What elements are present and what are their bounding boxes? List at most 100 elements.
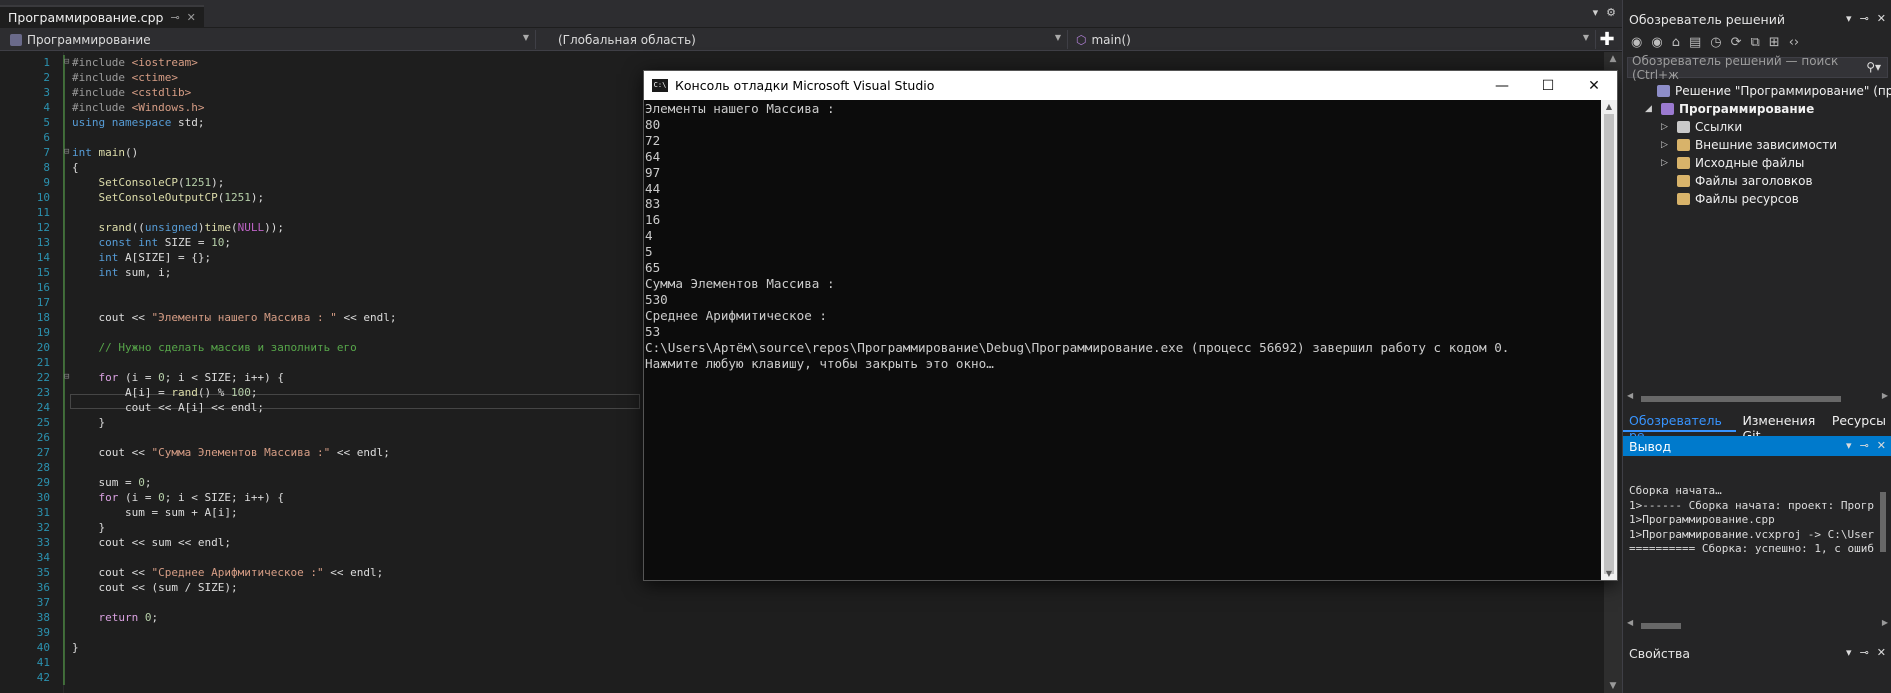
scroll-right-arrow-icon[interactable]: ▶: [1882, 391, 1888, 400]
code-line[interactable]: 40}: [0, 640, 1622, 655]
search-icon[interactable]: ⚲▾: [1866, 60, 1881, 74]
fold-toggle-icon[interactable]: ⊟: [64, 145, 69, 160]
expand-arrow-icon[interactable]: ▷: [1661, 154, 1668, 172]
sync-icon[interactable]: ⟳: [1731, 35, 1742, 50]
code-line[interactable]: 42: [0, 670, 1622, 685]
code-text: cout << "Сумма Элементов Массива :" << e…: [72, 445, 390, 460]
scroll-left-arrow-icon[interactable]: ◀: [1627, 391, 1633, 400]
console-title-bar[interactable]: C:\ Консоль отладки Microsoft Visual Stu…: [644, 71, 1617, 100]
collapse-all-icon[interactable]: ⧉: [1751, 35, 1760, 50]
output-h-scrollbar[interactable]: ◀ ▶: [1627, 618, 1888, 632]
document-tab[interactable]: Программирование.cpp ⊸ ✕: [0, 5, 204, 27]
folder-icon: [1677, 175, 1690, 187]
code-line[interactable]: 1 ⊟ #include <iostream>: [0, 55, 1622, 70]
panel-tab[interactable]: Изменения Git: [1736, 410, 1825, 443]
show-all-files-icon[interactable]: ⊞: [1769, 35, 1780, 50]
dropdown-icon[interactable]: ▾: [1846, 12, 1852, 25]
tree-node[interactable]: ▷ Исходные файлы: [1623, 154, 1891, 172]
pin-icon[interactable]: ⊸: [1860, 439, 1869, 452]
scroll-right-arrow-icon[interactable]: ▶: [1882, 618, 1888, 627]
line-number: 37: [36, 596, 50, 609]
fold-toggle-icon[interactable]: ⊟: [64, 370, 69, 385]
tree-node[interactable]: Решение "Программирование" (проекты: [1623, 82, 1891, 100]
expand-arrow-icon[interactable]: ▷: [1661, 136, 1668, 154]
settings-gear-icon[interactable]: ⚙: [1606, 6, 1616, 19]
back-icon[interactable]: ◉: [1631, 35, 1642, 50]
scroll-thumb[interactable]: [1641, 396, 1841, 402]
dropdown-icon[interactable]: ▾: [1846, 646, 1852, 659]
chevron-down-icon: ▼: [1582, 33, 1589, 42]
maximize-button[interactable]: ☐: [1525, 71, 1571, 100]
minimize-button[interactable]: —: [1479, 71, 1525, 100]
scroll-down-arrow-icon[interactable]: ▼: [1601, 569, 1617, 578]
code-line[interactable]: 36 cout << (sum / SIZE);: [0, 580, 1622, 595]
scroll-up-arrow-icon[interactable]: ▲: [1601, 102, 1617, 111]
project-dropdown[interactable]: Программирование ▼: [4, 30, 536, 49]
scroll-left-arrow-icon[interactable]: ◀: [1627, 618, 1633, 627]
solution-explorer-header: Обозреватель решений ▾ ⊸ ✕: [1623, 9, 1891, 29]
close-button[interactable]: ✕: [1571, 71, 1617, 100]
expand-arrow-icon[interactable]: ◢: [1645, 100, 1652, 118]
forward-icon[interactable]: ◉: [1651, 35, 1662, 50]
close-icon[interactable]: ✕: [1877, 12, 1886, 25]
code-line[interactable]: 41: [0, 655, 1622, 670]
scroll-thumb[interactable]: [1604, 114, 1614, 574]
tree-node[interactable]: ▷ Внешние зависимости: [1623, 136, 1891, 154]
code-token: );: [211, 176, 225, 189]
output-text[interactable]: Сборка начата… 1>------ Сборка начата: пр…: [1629, 484, 1874, 557]
line-number: 7: [43, 146, 50, 159]
console-line: 44: [645, 180, 661, 196]
code-token: ;: [151, 611, 159, 624]
switch-views-icon[interactable]: ▤: [1689, 35, 1701, 50]
code-line[interactable]: 38 return 0;: [0, 610, 1622, 625]
code-line[interactable]: 37: [0, 595, 1622, 610]
panel-tab[interactable]: Обозреватель ре...: [1623, 410, 1737, 443]
scroll-thumb[interactable]: [1641, 623, 1681, 629]
tree-node[interactable]: ◢ Программирование: [1623, 100, 1891, 118]
code-token: ;: [144, 476, 152, 489]
properties-header: Свойства ▾ ⊸ ✕: [1623, 643, 1891, 663]
code-view-icon[interactable]: ‹›: [1789, 35, 1799, 50]
tree-node[interactable]: Файлы ресурсов: [1623, 190, 1891, 208]
tree-node[interactable]: ▷ Ссылки: [1623, 118, 1891, 136]
close-icon[interactable]: ✕: [1877, 439, 1886, 452]
pin-icon[interactable]: ⊸: [1860, 646, 1869, 659]
close-icon[interactable]: ✕: [1877, 646, 1886, 659]
debug-console-window[interactable]: C:\ Консоль отладки Microsoft Visual Stu…: [643, 70, 1618, 581]
line-number: 40: [36, 641, 50, 654]
scroll-down-arrow-icon[interactable]: ▼: [1604, 681, 1622, 691]
code-text: const int SIZE = 10;: [72, 235, 231, 250]
line-number: 25: [36, 416, 50, 429]
code-token: << endl;: [330, 446, 390, 459]
solution-search-input[interactable]: Обозреватель решений — поиск (Ctrl+ж ⚲▾: [1627, 54, 1888, 82]
code-text: // Нужно сделать массив и заполнить его: [72, 340, 357, 355]
output-v-scrollbar[interactable]: [1877, 478, 1889, 613]
code-token: #include: [72, 86, 132, 99]
expand-arrow-icon[interactable]: ▷: [1661, 118, 1668, 136]
solution-h-scrollbar[interactable]: ◀ ▶: [1627, 391, 1888, 405]
output-panel-header: Вывод ▾ ⊸ ✕: [1623, 436, 1891, 456]
pending-changes-icon[interactable]: ◷: [1710, 35, 1721, 50]
panel-tab[interactable]: Ресурсы: [1826, 410, 1891, 432]
code-token: cout <<: [72, 566, 152, 579]
dropdown-icon[interactable]: ▾: [1846, 439, 1852, 452]
code-token: sum, i;: [125, 266, 172, 279]
close-icon[interactable]: ✕: [187, 11, 196, 24]
tree-node[interactable]: Файлы заголовков: [1623, 172, 1891, 190]
code-line[interactable]: 39: [0, 625, 1622, 640]
scope-dropdown[interactable]: (Глобальная область) ▼: [552, 30, 1068, 49]
fold-toggle-icon[interactable]: ⊟: [64, 55, 69, 70]
project-icon: [1661, 103, 1674, 115]
pin-icon[interactable]: ⊸: [1860, 12, 1869, 25]
home-icon[interactable]: ⌂: [1672, 35, 1680, 50]
tab-dropdown-icon[interactable]: ▾: [1593, 6, 1599, 19]
console-scrollbar[interactable]: ▲ ▼: [1601, 100, 1617, 580]
pin-icon[interactable]: ⊸: [170, 11, 179, 24]
line-number: 21: [36, 356, 50, 369]
member-dropdown[interactable]: ⬡ main() ▼ ✚: [1070, 30, 1615, 49]
scroll-thumb[interactable]: [1880, 492, 1886, 552]
scroll-up-arrow-icon[interactable]: ▲: [1604, 54, 1622, 64]
split-editor-icon[interactable]: ✚: [1597, 30, 1617, 51]
console-output[interactable]: Элементы нашего Массива :80 72 64 97 44 83 16 4…: [644, 100, 1601, 580]
